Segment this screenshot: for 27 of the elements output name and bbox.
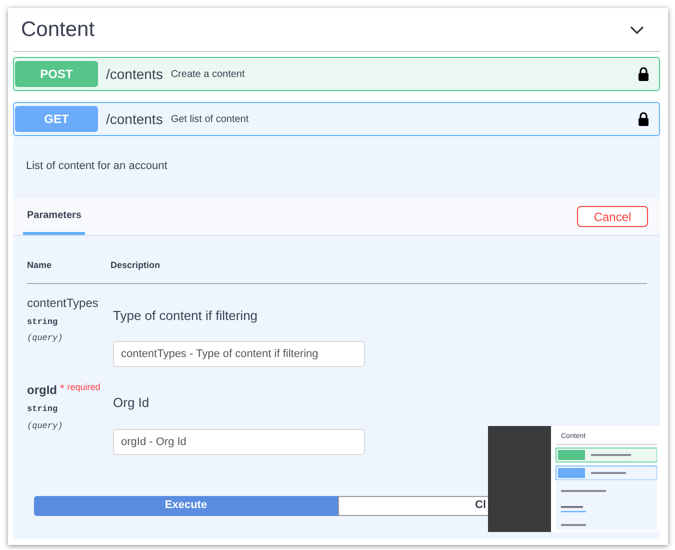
parameter-location: (query) xyxy=(27,420,64,432)
required-mark: * xyxy=(60,382,64,397)
clear-button[interactable]: Cl xyxy=(338,496,488,516)
lock-icon[interactable] xyxy=(638,112,649,126)
parameter-type: string xyxy=(27,316,59,328)
parameter-description: Type of content if filtering xyxy=(113,306,259,325)
parameter-type: string xyxy=(27,403,59,416)
operation-description: List of content for an account xyxy=(25,159,168,174)
column-header: Name xyxy=(27,259,52,272)
lock-icon[interactable] xyxy=(638,67,649,81)
parameter-description: Org Id xyxy=(113,394,150,412)
parameters-tab[interactable]: Parameters xyxy=(23,196,86,235)
endpoint-summary: Get list of content xyxy=(170,112,250,126)
cancel-button[interactable]: Cancel xyxy=(577,206,648,227)
parameter-location: (query) xyxy=(27,332,64,345)
input-field[interactable]: orgId - Org Id xyxy=(113,428,365,454)
parameter-name: contentTypes xyxy=(27,294,98,312)
input-field[interactable]: contentTypes - Type of content if filtering xyxy=(113,341,365,367)
endpoint-summary: Create a content xyxy=(170,68,246,82)
endpoint-path: /contents xyxy=(106,64,163,84)
parameter-name: orgId xyxy=(27,382,57,399)
endpoint-path: /contents xyxy=(106,110,163,128)
section-title: Content xyxy=(21,16,95,43)
required-label: required xyxy=(67,381,100,394)
column-header: Description xyxy=(110,259,160,272)
operation-row[interactable]: GET /contents Get list of content xyxy=(13,102,660,136)
operation-row[interactable]: POST /contents Create a content xyxy=(13,57,660,91)
